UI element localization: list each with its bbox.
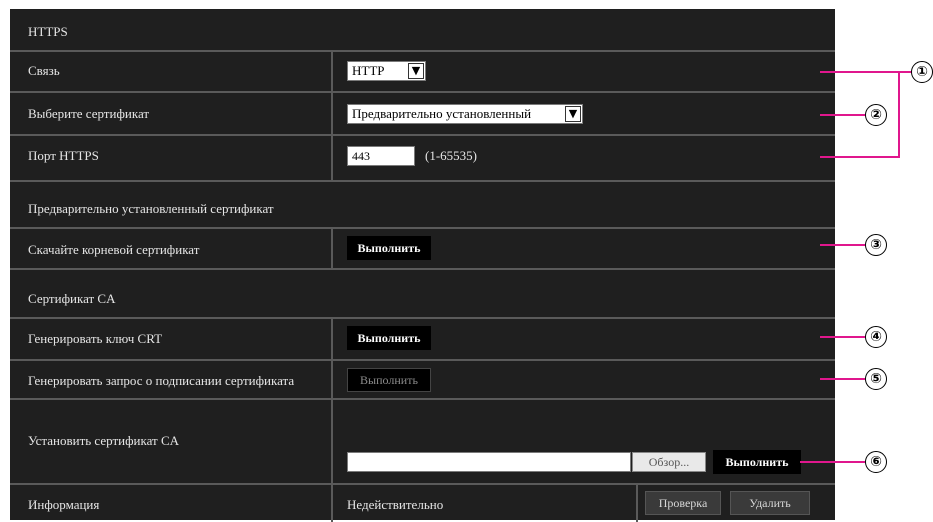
callout-line-1-bottom [820,156,900,158]
callout-line-3 [820,244,865,246]
certificate-label: Выберите сертификат [28,106,150,121]
divider [10,398,835,400]
divider [10,134,835,136]
ca-file-path-input[interactable] [347,452,631,472]
install-ca-execute-button[interactable]: Выполнить [713,450,801,474]
check-button[interactable]: Проверка [645,491,721,515]
connection-label: Связь [28,63,60,78]
callout-line-6 [800,461,865,463]
generate-csr-label: Генерировать запрос о подписании сертифи… [28,373,295,388]
callout-line-4 [820,336,865,338]
section-ca-title: Сертификат CA [28,291,116,306]
section-preinstalled-title: Предварительно установленный сертификат [28,201,274,216]
callout-bracket-1 [898,71,900,158]
callout-number-2: ② [865,104,887,126]
column-divider [636,483,638,522]
section-https-title: HTTPS [28,24,68,39]
callout-line-5 [820,378,865,380]
divider [10,180,835,182]
connection-select[interactable]: HTTP ▼ [347,61,426,81]
certificate-select[interactable]: Предварительно установленный ▼ [347,104,583,124]
divider [10,317,835,319]
divider [10,91,835,93]
connection-value: HTTP [352,63,385,78]
divider [10,268,835,270]
generate-crt-label: Генерировать ключ CRT [28,331,163,346]
callout-line-2 [820,114,865,116]
divider [10,227,835,229]
certificate-value: Предварительно установленный [352,106,532,121]
divider [10,483,835,485]
divider [10,50,835,52]
port-range-hint: (1-65535) [425,148,477,163]
generate-csr-execute-button[interactable]: Выполнить [347,368,431,392]
callout-line-1-end [898,71,912,73]
column-divider [331,227,333,268]
https-port-input[interactable]: 443 [347,146,415,166]
download-root-label: Скачайте корневой сертификат [28,242,200,257]
callout-line-1 [820,71,900,73]
callout-number-5: ⑤ [865,368,887,390]
column-divider [331,50,333,180]
callout-number-6: ⑥ [865,451,887,473]
install-ca-label: Установить сертификат CA [28,433,180,448]
download-root-execute-button[interactable]: Выполнить [347,236,431,260]
chevron-down-icon[interactable]: ▼ [408,63,424,79]
callout-number-3: ③ [865,234,887,256]
chevron-down-icon[interactable]: ▼ [565,106,581,122]
info-status-value: Недействительно [347,497,444,512]
column-divider [331,317,333,522]
callout-number-1: ① [911,61,933,83]
generate-crt-execute-button[interactable]: Выполнить [347,326,431,350]
browse-button[interactable]: Обзор... [632,452,706,472]
info-label: Информация [28,497,100,512]
divider [10,359,835,361]
port-label: Порт HTTPS [28,148,99,163]
delete-button[interactable]: Удалить [730,491,810,515]
callout-number-4: ④ [865,326,887,348]
